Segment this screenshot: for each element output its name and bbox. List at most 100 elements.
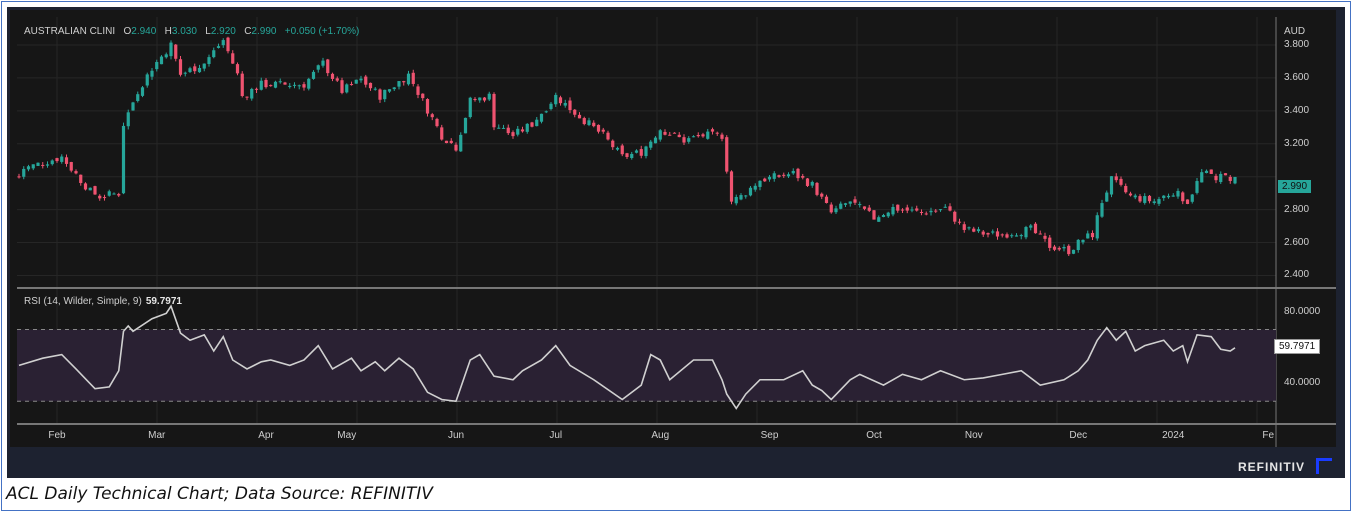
candle-body [50, 160, 54, 165]
low-value: 2.920 [210, 26, 236, 37]
symbol-name: AUSTRALIAN CLINI [24, 26, 116, 37]
candle-body [1033, 223, 1038, 234]
candle-body [691, 136, 696, 138]
candle-body [815, 182, 819, 195]
candle-body [292, 84, 297, 86]
candle-body [549, 103, 553, 110]
candle-body [881, 215, 886, 217]
candle-body [843, 203, 848, 205]
chart-svg [17, 17, 1336, 447]
candle-body [1228, 176, 1232, 181]
candle-body [1010, 235, 1014, 237]
candle-body [539, 113, 544, 122]
candle-body [938, 209, 943, 211]
candle-body [672, 132, 677, 134]
candle-body [506, 127, 510, 134]
candle-body [402, 81, 406, 83]
time-tick-label: Feb [48, 430, 66, 441]
candle-body [126, 112, 130, 127]
candle-body [957, 221, 962, 223]
candle-body [131, 102, 135, 111]
candle-body [634, 150, 639, 153]
candle-body [753, 185, 757, 190]
candle-body [872, 210, 876, 220]
rsi-tick-label: 80.0000 [1284, 305, 1321, 317]
candle-body [877, 217, 881, 222]
candle-body [573, 109, 577, 115]
candle-body [1086, 233, 1090, 239]
candle-body [511, 132, 515, 137]
candle-body [36, 162, 40, 166]
candle-body [359, 78, 363, 81]
candle-body [55, 158, 59, 162]
candle-body [1081, 239, 1085, 243]
candle-body [188, 68, 192, 73]
candle-body [558, 97, 563, 104]
candle-body [316, 65, 320, 70]
candle-body [729, 171, 734, 202]
candle-body [853, 199, 857, 203]
candle-body [658, 130, 662, 140]
candle-body [302, 84, 306, 88]
time-tick-label: Apr [258, 430, 274, 441]
candle-body [1209, 169, 1213, 174]
candle-body [596, 124, 601, 132]
candle-body [891, 206, 895, 215]
candle-body [169, 42, 173, 57]
candle-body [1076, 239, 1080, 251]
candle-body [611, 140, 615, 148]
candle-body [820, 193, 824, 197]
candle-body [22, 168, 26, 177]
candle-body [482, 97, 487, 101]
candle-body [530, 122, 534, 127]
candle-body [1133, 195, 1137, 198]
rsi-value: 59.7971 [145, 296, 182, 307]
candle-body [592, 122, 596, 127]
candle-body [283, 82, 287, 85]
candle-body [601, 129, 605, 132]
candle-body [326, 59, 330, 74]
candle-body [245, 96, 249, 98]
candle-body [79, 174, 83, 183]
candle-body [478, 97, 482, 101]
candle-body [368, 82, 373, 89]
candle-body [687, 138, 691, 142]
candle-body [140, 87, 145, 96]
candle-body [269, 85, 273, 87]
candle-body [767, 176, 772, 180]
price-legend: AUSTRALIAN CLINI O2.940 H3.030 L2.920 C2… [24, 26, 359, 37]
candle-body [582, 118, 586, 125]
candle-body [701, 134, 705, 137]
candle-body [763, 178, 767, 182]
candle-body [74, 171, 78, 174]
candle-body [17, 176, 21, 178]
price-tick-label: 3.200 [1284, 137, 1310, 149]
candle-body [520, 129, 525, 132]
candle-body [330, 73, 335, 79]
candle-body [649, 141, 653, 148]
candle-body [207, 57, 211, 64]
candle-body [834, 208, 838, 213]
candle-body [1029, 225, 1033, 228]
candle-body [848, 201, 852, 204]
candle-body [335, 78, 339, 81]
candle-body [254, 88, 259, 90]
candle-body [288, 85, 292, 87]
candle-body [349, 84, 354, 86]
candle-body [1090, 232, 1095, 238]
candle-body [782, 174, 786, 176]
candle-body [88, 187, 92, 191]
candle-body [459, 134, 463, 152]
candle-body [715, 132, 719, 134]
candle-body [264, 79, 268, 88]
candle-body [321, 60, 325, 66]
candle-body [587, 120, 591, 126]
candle-body [1185, 199, 1190, 204]
candle-body [677, 134, 681, 138]
candle-body [525, 123, 529, 132]
candle-body [425, 99, 430, 114]
candle-body [663, 131, 667, 135]
candle-body [345, 84, 349, 93]
rsi-legend: RSI (14, Wilder, Simple, 9) 59.7971 [24, 296, 182, 307]
high-label: H [164, 26, 172, 37]
